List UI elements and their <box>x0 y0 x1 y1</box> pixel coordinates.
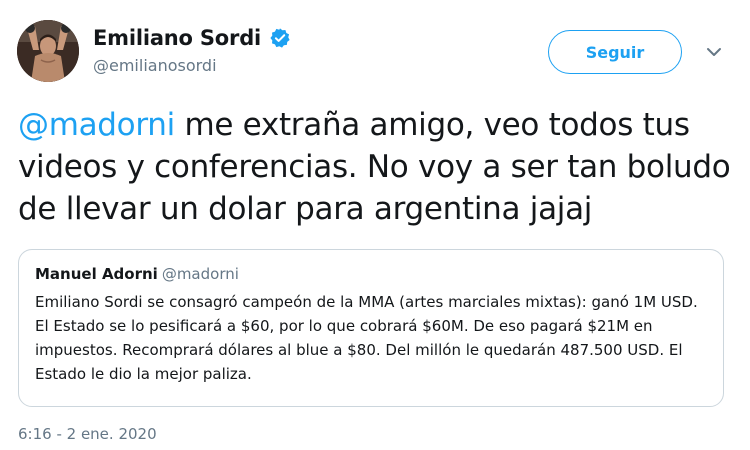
author-handle[interactable]: @emilianosordi <box>93 56 291 75</box>
chevron-down-icon[interactable] <box>704 44 724 60</box>
author-info: Emiliano Sordi @emilianosordi <box>93 26 291 75</box>
tweet-card: Emiliano Sordi @emilianosordi Seguir @ma… <box>0 0 750 450</box>
quoted-tweet[interactable]: Manuel Adorni @madorni Emiliano Sordi se … <box>18 249 724 407</box>
verified-badge-icon <box>269 27 291 49</box>
avatar-image <box>17 20 79 82</box>
quoted-tweet-text: Emiliano Sordi se consagró campeón de la… <box>35 293 698 383</box>
quoted-author-name: Manuel Adorni <box>35 265 158 283</box>
tweet-timestamp[interactable]: 6:16 - 2 ene. 2020 <box>18 425 157 443</box>
quoted-author-handle: @madorni <box>161 265 239 283</box>
avatar[interactable] <box>17 20 79 82</box>
quoted-tweet-header: Manuel Adorni @madorni <box>35 264 707 284</box>
author-display-name[interactable]: Emiliano Sordi <box>93 26 261 50</box>
mention-link[interactable]: @madorni <box>18 107 175 143</box>
tweet-text: @madorni me extraña amigo, veo todos tus… <box>18 104 743 230</box>
follow-button[interactable]: Seguir <box>548 30 682 74</box>
